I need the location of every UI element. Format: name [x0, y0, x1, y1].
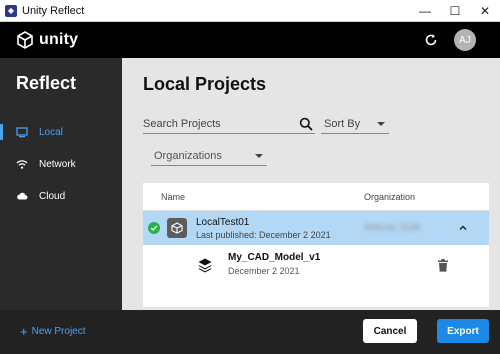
new-project-link[interactable]: + New Project: [20, 325, 86, 338]
search-input[interactable]: Search Projects: [143, 114, 315, 134]
sidebar: Reflect Local Network Cloud: [0, 58, 122, 310]
project-published-date: Last published: December 2 2021: [196, 230, 331, 240]
user-avatar[interactable]: AJ: [454, 29, 476, 51]
model-row[interactable]: My_CAD_Model_v1 December 2 2021: [143, 245, 489, 283]
chevron-down-icon: [255, 154, 263, 158]
sidebar-item-label: Network: [39, 158, 76, 170]
sidebar-item-network[interactable]: Network: [0, 152, 122, 176]
window-title: Unity Reflect: [22, 4, 85, 17]
table-header: Name Organization: [143, 183, 489, 211]
sidebar-item-label: Local: [39, 126, 63, 138]
sort-by-dropdown[interactable]: Sort By: [321, 114, 389, 134]
footer-bar: + New Project Cancel Export: [0, 310, 500, 354]
cancel-button[interactable]: Cancel: [363, 319, 417, 343]
sidebar-item-cloud[interactable]: Cloud: [0, 184, 122, 208]
chevron-down-icon: [377, 122, 385, 126]
project-row[interactable]: LocalTest01 Last published: December 2 2…: [143, 211, 489, 245]
chevron-up-icon[interactable]: [457, 222, 469, 234]
app-icon: ◆: [5, 4, 17, 17]
model-date: December 2 2021: [228, 266, 300, 276]
layers-icon: [198, 258, 212, 273]
projects-table: Name Organization LocalTest01 Last publi…: [143, 183, 489, 307]
window-controls: — ☐ ✕: [410, 0, 500, 22]
check-circle-icon: [148, 222, 160, 234]
sidebar-item-label: Cloud: [39, 190, 66, 202]
sort-by-label: Sort By: [324, 117, 361, 130]
unity-cube-icon: [17, 31, 33, 49]
model-name: My_CAD_Model_v1: [228, 252, 321, 263]
minimize-button[interactable]: —: [410, 0, 440, 22]
sidebar-item-local[interactable]: Local: [0, 120, 122, 144]
project-name: LocalTest01: [196, 217, 250, 228]
organizations-dropdown[interactable]: Organizations: [151, 146, 267, 166]
organizations-label: Organizations: [154, 149, 222, 162]
project-organization: AneLou_Xy3d: [364, 222, 421, 232]
main-panel: Local Projects Search Projects Sort By O…: [122, 58, 500, 310]
project-icon: [167, 218, 187, 238]
wifi-icon: [16, 158, 28, 170]
window-titlebar: ◆ Unity Reflect — ☐ ✕: [0, 0, 500, 22]
export-button[interactable]: Export: [437, 319, 489, 343]
close-button[interactable]: ✕: [470, 0, 500, 22]
new-project-label: New Project: [31, 326, 86, 337]
active-indicator: [0, 124, 3, 140]
maximize-button[interactable]: ☐: [440, 0, 470, 22]
app-header: unity AJ: [0, 22, 500, 58]
plus-icon: +: [20, 324, 28, 339]
column-header-name: Name: [161, 192, 186, 202]
sidebar-title: Reflect: [16, 73, 77, 93]
logo-text: unity: [39, 31, 79, 48]
trash-icon[interactable]: [437, 259, 449, 272]
inactive-indicator: [0, 188, 3, 204]
cloud-icon: [16, 190, 28, 202]
column-header-organization: Organization: [364, 192, 416, 202]
search-placeholder: Search Projects: [143, 117, 221, 130]
monitor-icon: [16, 126, 28, 138]
inactive-indicator: [0, 156, 3, 172]
page-title: Local Projects: [143, 74, 267, 94]
search-icon[interactable]: [299, 117, 313, 131]
refresh-icon[interactable]: [422, 31, 440, 49]
unity-logo: unity: [16, 31, 78, 49]
